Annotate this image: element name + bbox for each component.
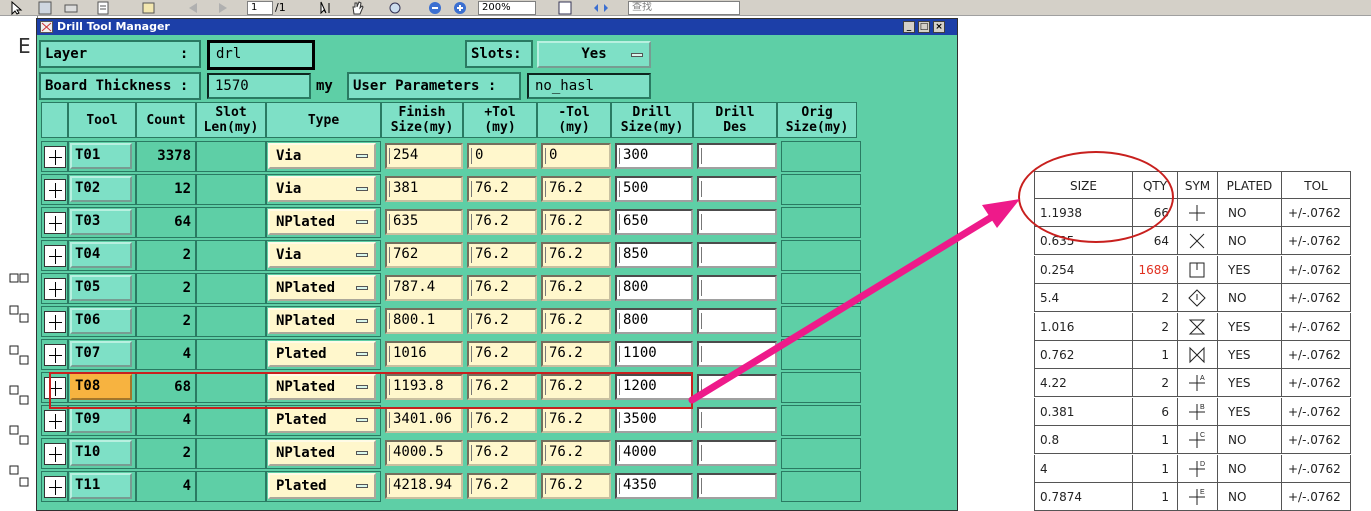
annotation-arrow (688, 199, 1020, 404)
screen: 1 /1 200% 查找 E Drill Tool Manager _ □ × … (0, 0, 1371, 511)
